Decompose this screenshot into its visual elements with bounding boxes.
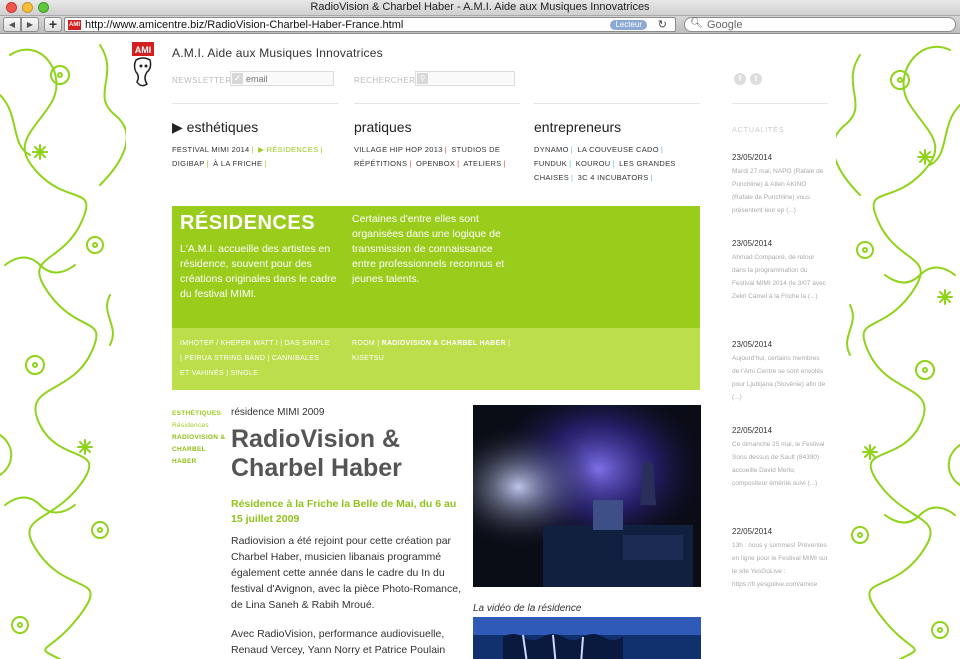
article-body-2: Avec RadioVision, performance audiovisue… [231,628,446,656]
residences-title: RÉSIDENCES [180,212,316,234]
article-title: RadioVision & Charbel Haber [231,425,402,482]
news-text: Mardi 27 mai, NAPO (Rafale de Punchline)… [732,168,824,214]
divider [354,103,520,104]
site-title[interactable]: A.M.I. Aide aux Musiques Innovatrices [172,46,383,60]
residences-intro: L'A.M.I. accueille des artistes en résid… [180,243,337,300]
site-favicon-icon: AMI [68,20,81,30]
news-heading: ACTUALITÉS [732,125,785,134]
article-kicker: résidence MIMI 2009 [231,407,325,418]
search-label: RECHERCHER [354,76,416,85]
news-text: Aujourd'hui, certains membres de l'Ami C… [732,355,826,401]
back-arrow-icon: ◀ [8,20,16,29]
link-funduk[interactable]: FUNDUK [534,159,567,168]
article-subtitle: Résidence à la Friche la Belle de Mai, d… [231,498,457,525]
link-festival-mimi[interactable]: FESTIVAL MIMI 2014 [172,145,250,154]
news-date: 22/05/2014 [732,527,773,536]
back-button[interactable]: ◀ [3,17,21,32]
video-thumbnail-image [473,617,701,659]
site-search-input[interactable]: ⚲ [415,71,515,86]
esthetiques-links: FESTIVAL MIMI 2014 | ▶ RÉSIDENCES | DIGIBA… [172,145,323,168]
window-title: RadioVision & Charbel Haber - A.M.I. Aid… [310,1,650,13]
newsletter-email-box: ✓ [230,71,334,86]
category-title: esthétiques [186,119,259,135]
category-esthetiques[interactable]: ▶ esthétiques [172,119,258,136]
ami-logo-icon: AMI [132,42,154,87]
browser-toolbar: ◀ ▶ + AMI http://www.amicentre.biz/Radio… [0,16,960,34]
newsletter-label: NEWSLETTER [172,76,232,85]
search-icon[interactable]: ⚲ [417,73,428,84]
link-digibap[interactable]: DIGIBAP [172,159,205,168]
concert-photo-image [473,405,701,587]
link-a-la-friche[interactable]: À LA FRICHE [213,159,262,168]
breadcrumb-current: RADIOVISION & CHARBEL HABER [172,434,226,465]
video-label: La vidéo de la résidence [473,603,582,614]
residence-video-player[interactable] [473,617,701,659]
add-bookmark-button[interactable]: + [44,17,62,32]
twitter-icon[interactable]: t [750,73,762,85]
main-content-panel: AMI A.M.I. Aide aux Musiques Innovatrice… [126,35,836,659]
news-date: 22/05/2014 [732,426,773,435]
link-dynamo[interactable]: DYNAMO [534,145,569,154]
link-kourou[interactable]: KOUROU [576,159,611,168]
news-item[interactable]: 22/05/2014 Ce dimanche 25 mai, le Festiv… [732,426,828,490]
link-ateliers[interactable]: ATELIERS [463,159,501,168]
news-date: 23/05/2014 [732,239,773,248]
news-date: 23/05/2014 [732,153,773,162]
forward-button[interactable]: ▶ [21,17,39,32]
reload-icon[interactable]: ↻ [658,18,667,31]
ami-logo[interactable]: AMI [132,42,154,94]
plus-icon: + [48,16,58,32]
triangle-right-icon: ▶ [172,119,183,135]
residence-link-radiovision[interactable]: RADIOVISION & CHARBEL HABER [382,340,506,347]
category-entrepreneurs[interactable]: entrepreneurs [534,119,621,135]
category-pratiques[interactable]: pratiques [354,119,412,135]
news-text: Ce dimanche 25 mai, le Festival Sons des… [732,441,825,487]
newsletter-email-input[interactable] [246,72,331,85]
link-village-hip-hop[interactable]: VILLAGE HIP HOP 2013 [354,145,443,154]
news-item[interactable]: 23/05/2014 Aujourd'hui, certains membres… [732,340,828,404]
news-item[interactable]: 23/05/2014 Mardi 27 mai, NAPO (Rafale de… [732,153,828,217]
link-3c4-incubators[interactable]: 3C 4 INCUBATORS [578,173,649,182]
check-icon[interactable]: ✓ [232,73,243,84]
residences-links-1[interactable]: IMHOTEP / KHEPER WATT I | DAS SIMPLE | P… [180,336,330,381]
news-date: 23/05/2014 [732,340,773,349]
facebook-icon[interactable]: f [734,73,746,85]
forward-arrow-icon: ▶ [26,20,34,29]
residences-header-box: RÉSIDENCES L'A.M.I. accueille des artist… [172,206,700,328]
entrepreneurs-links: DYNAMO | LA COUVEUSE CADO | FUNDUK | KOUROU… [534,145,676,182]
pratiques-links: VILLAGE HIP HOP 2013 | STUDIOS DE RÉPÉTIT… [354,145,506,168]
url-text[interactable]: http://www.amicentre.biz/RadioVision-Cha… [85,19,403,31]
breadcrumb-residences[interactable]: Résidences [172,420,228,432]
link-residences[interactable]: RÉSIDENCES [267,145,319,154]
link-couveuse-cado[interactable]: LA COUVEUSE CADO [577,145,659,154]
browser-search-field[interactable]: 🔍︎ Google [684,17,956,32]
triangle-right-icon: ▶ [258,145,265,154]
residence-photo[interactable] [473,405,701,587]
divider [172,103,338,104]
article-body: Radiovision a été rejoint pour cette cré… [231,535,462,611]
news-text: Ahmad Compaoré, de retour dans la progra… [732,254,826,300]
svg-text:AMI: AMI [135,45,152,55]
link-openbox[interactable]: OPENBOX [416,159,455,168]
residences-links-2[interactable]: ROOM | RADIOVISION & CHARBEL HABER | KIS… [352,336,512,366]
breadcrumb: ESTHÉTIQUES Résidences RADIOVISION & CHA… [172,408,228,468]
residences-intro-2: Certaines d'entre elles sont organisées … [352,213,505,285]
reader-button[interactable]: Lecteur [610,20,647,30]
browser-search-placeholder: Google [707,19,743,31]
window-titlebar: RadioVision & Charbel Haber - A.M.I. Aid… [0,0,960,16]
residence-link-room[interactable]: ROOM | [352,340,382,347]
news-item[interactable]: 22/05/2014 13h : nous y sommes! Prévente… [732,527,828,591]
divider [534,103,700,104]
residences-list-box: IMHOTEP / KHEPER WATT I | DAS SIMPLE | P… [172,328,700,390]
divider [732,103,828,104]
breadcrumb-esthetiques[interactable]: ESTHÉTIQUES [172,408,228,420]
news-item[interactable]: 23/05/2014 Ahmad Compaoré, de retour dan… [732,239,828,303]
news-text: 13h : nous y sommes! Préventes en ligne … [732,542,828,588]
search-magnifier-icon: 🔍︎ [690,18,703,29]
address-bar[interactable]: AMI http://www.amicentre.biz/RadioVision… [64,17,676,32]
